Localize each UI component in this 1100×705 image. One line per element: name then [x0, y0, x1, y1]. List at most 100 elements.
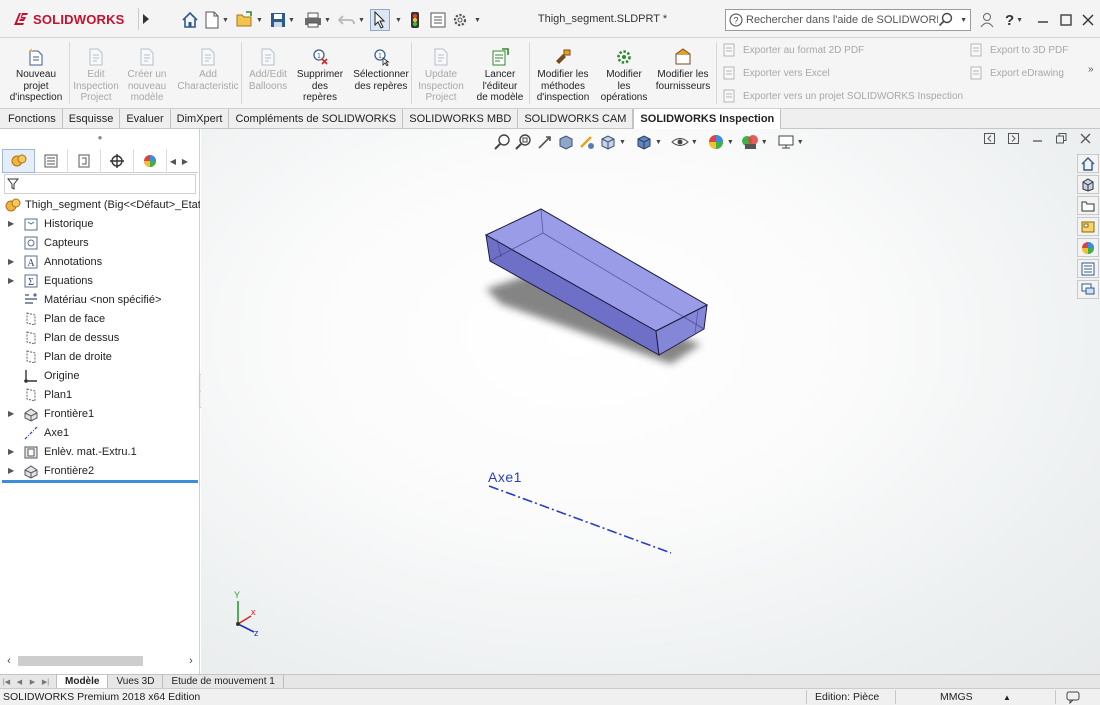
tab-compl-ments-de-solidworks[interactable]: Compléments de SOLIDWORKS — [229, 109, 404, 129]
select-dropdown[interactable]: ▼ — [393, 9, 402, 31]
rebuild-button[interactable] — [410, 9, 420, 31]
units-dropdown-icon[interactable]: ▲ — [1003, 693, 1011, 702]
apply-scene-button[interactable]: ▼ — [741, 133, 768, 151]
expand-arrow-icon[interactable]: ▶ — [8, 257, 16, 266]
minimize-button[interactable] — [1033, 9, 1053, 31]
undo-button[interactable]: ▼ — [338, 9, 365, 31]
ribbon-button-new-template[interactable]: Créer un nouveau modèle — [122, 48, 172, 104]
tab-configuration-manager[interactable] — [68, 149, 101, 173]
close-button[interactable] — [1078, 9, 1098, 31]
zoom-to-fit-button[interactable] — [494, 133, 512, 151]
task-pane-file-explorer[interactable] — [1077, 196, 1099, 215]
help-menu-button[interactable]: ? ▼ — [1000, 9, 1028, 31]
axis-line[interactable] — [488, 485, 672, 554]
tree-item[interactable]: Plan de droite — [0, 347, 200, 366]
select-button[interactable] — [370, 9, 390, 31]
last-tab-arrow[interactable]: ▶| — [39, 678, 52, 686]
task-pane-custom-properties[interactable] — [1077, 259, 1099, 278]
viewport-previous-button[interactable] — [981, 130, 998, 147]
export-left-1[interactable]: Exporter vers Excel — [722, 66, 830, 80]
dynamic-annotation-button[interactable] — [578, 133, 596, 151]
ribbon-overflow-icon[interactable]: » — [1088, 64, 1094, 75]
tree-item[interactable]: Origine — [0, 366, 200, 385]
tab-solidworks-inspection[interactable]: SOLIDWORKS Inspection — [633, 109, 782, 130]
graphics-area[interactable]: Y x z Axe1 ▼ ▼ ▼ ▼ ▼ ▼ — [201, 129, 1100, 674]
search-icon[interactable] — [938, 12, 954, 28]
tree-item[interactable]: ▶ Enlèv. mat.-Extru.1 — [0, 442, 200, 461]
task-pane-view-palette[interactable] — [1077, 217, 1099, 236]
edit-appearance-button[interactable]: ▼ — [707, 133, 734, 151]
tree-item[interactable]: ▶ Σ Equations — [0, 271, 200, 290]
export-right-0[interactable]: Export to 3D PDF — [969, 43, 1068, 57]
horizontal-scrollbar[interactable]: ‹ › — [2, 653, 198, 669]
tree-item[interactable]: Capteurs — [0, 233, 200, 252]
options-button[interactable]: ▼ — [452, 9, 481, 31]
tree-item[interactable]: Axe1 — [0, 423, 200, 442]
tab-esquisse[interactable]: Esquisse — [63, 109, 121, 129]
axis-label[interactable]: Axe1 — [488, 469, 522, 485]
tab-fonctions[interactable]: Fonctions — [2, 109, 63, 129]
menu-expand-button[interactable] — [138, 8, 152, 30]
ribbon-button-new-inspection-project[interactable]: Nouveau projet d'inspection — [5, 48, 67, 104]
zoom-to-area-button[interactable] — [515, 133, 533, 151]
feedback-icon[interactable] — [1066, 690, 1080, 704]
viewport-close-button[interactable] — [1077, 130, 1094, 147]
expand-arrow-icon[interactable]: ▶ — [8, 219, 16, 228]
tree-root-part[interactable]: Thigh_segment (Big<<Défaut>_Etat d — [0, 195, 200, 214]
tab-solidworks-cam[interactable]: SOLIDWORKS CAM — [518, 109, 634, 129]
bottom-tab-1[interactable]: Vues 3D — [108, 674, 164, 689]
first-tab-arrow[interactable]: |◀ — [0, 678, 13, 686]
tree-item[interactable]: Plan de face — [0, 309, 200, 328]
panel-grip[interactable]: ● — [0, 133, 200, 142]
tree-item[interactable]: Plan1 — [0, 385, 200, 404]
expand-arrow-icon[interactable]: ▶ — [8, 447, 16, 456]
help-search-input[interactable] — [746, 14, 939, 26]
view-orientation-button[interactable]: ▼ — [599, 133, 626, 151]
new-document-button[interactable]: ▼ — [204, 9, 229, 31]
task-pane-resources[interactable] — [1077, 154, 1099, 173]
expand-arrow-icon[interactable]: ▶ — [8, 276, 16, 285]
file-properties-button[interactable] — [430, 9, 446, 31]
tree-item[interactable]: Plan de dessus — [0, 328, 200, 347]
viewport-restore-button[interactable] — [1053, 130, 1070, 147]
panel-tabs-scroll-left[interactable]: ◀ — [167, 149, 179, 173]
tree-item[interactable]: ▶ Frontière1 — [0, 404, 200, 423]
status-units[interactable]: MMGS — [940, 691, 973, 703]
tree-item[interactable]: ▶ Frontière2 — [0, 461, 200, 480]
save-button[interactable]: ▼ — [270, 9, 295, 31]
tab-display-manager[interactable] — [134, 149, 167, 173]
solidworks-logo[interactable]: SOLIDWORKS — [12, 8, 125, 30]
ribbon-button-update-project[interactable]: Update Inspection Project — [413, 48, 469, 104]
ribbon-button-operations[interactable]: Modifier les opérations — [597, 48, 651, 104]
next-tab-arrow[interactable]: ▶ — [26, 678, 39, 686]
bottom-tab-2[interactable]: Etude de mouvement 1 — [163, 674, 284, 689]
print-button[interactable]: ▼ — [304, 9, 331, 31]
ribbon-button-balloons[interactable]: Add/Edit Balloons — [242, 48, 294, 92]
ribbon-button-vendors[interactable]: Modifier les fournisseurs — [652, 48, 714, 92]
ribbon-button-delete-balloons[interactable]: 1 Supprimer des repères — [292, 48, 348, 104]
expand-arrow-icon[interactable]: ▶ — [8, 409, 16, 418]
rollback-bar[interactable] — [2, 480, 198, 483]
scroll-right-icon[interactable]: › — [184, 655, 198, 667]
ribbon-button-edit-project[interactable]: Edit Inspection Project — [70, 48, 122, 104]
ribbon-button-inspection-methods[interactable]: Modifier les méthodes d'inspection — [532, 48, 594, 104]
tab-property-manager[interactable] — [35, 149, 68, 173]
panel-tabs-scroll-right[interactable]: ▶ — [179, 149, 191, 173]
maximize-button[interactable] — [1056, 9, 1076, 31]
export-right-1[interactable]: Export eDrawing — [969, 66, 1064, 80]
viewport-next-button[interactable] — [1005, 130, 1022, 147]
section-view-button[interactable] — [557, 133, 575, 151]
scrollbar-thumb[interactable] — [18, 656, 143, 666]
ribbon-button-add-characteristic[interactable]: Add Characteristic — [172, 48, 244, 92]
view-settings-button[interactable]: ▼ — [777, 133, 804, 151]
export-left-0[interactable]: Exporter au format 2D PDF — [722, 43, 864, 57]
bottom-tab-0[interactable]: Modèle — [56, 674, 109, 689]
home-button[interactable] — [181, 9, 199, 31]
task-pane-forum[interactable] — [1077, 280, 1099, 299]
tree-item[interactable]: ▶ Historique — [0, 214, 200, 233]
export-left-2[interactable]: Exporter vers un projet SOLIDWORKS Inspe… — [722, 89, 963, 103]
prev-tab-arrow[interactable]: ◀ — [13, 678, 26, 686]
task-pane-design-library[interactable] — [1077, 175, 1099, 194]
tab-feature-manager[interactable] — [2, 149, 35, 173]
expand-arrow-icon[interactable]: ▶ — [8, 466, 16, 475]
